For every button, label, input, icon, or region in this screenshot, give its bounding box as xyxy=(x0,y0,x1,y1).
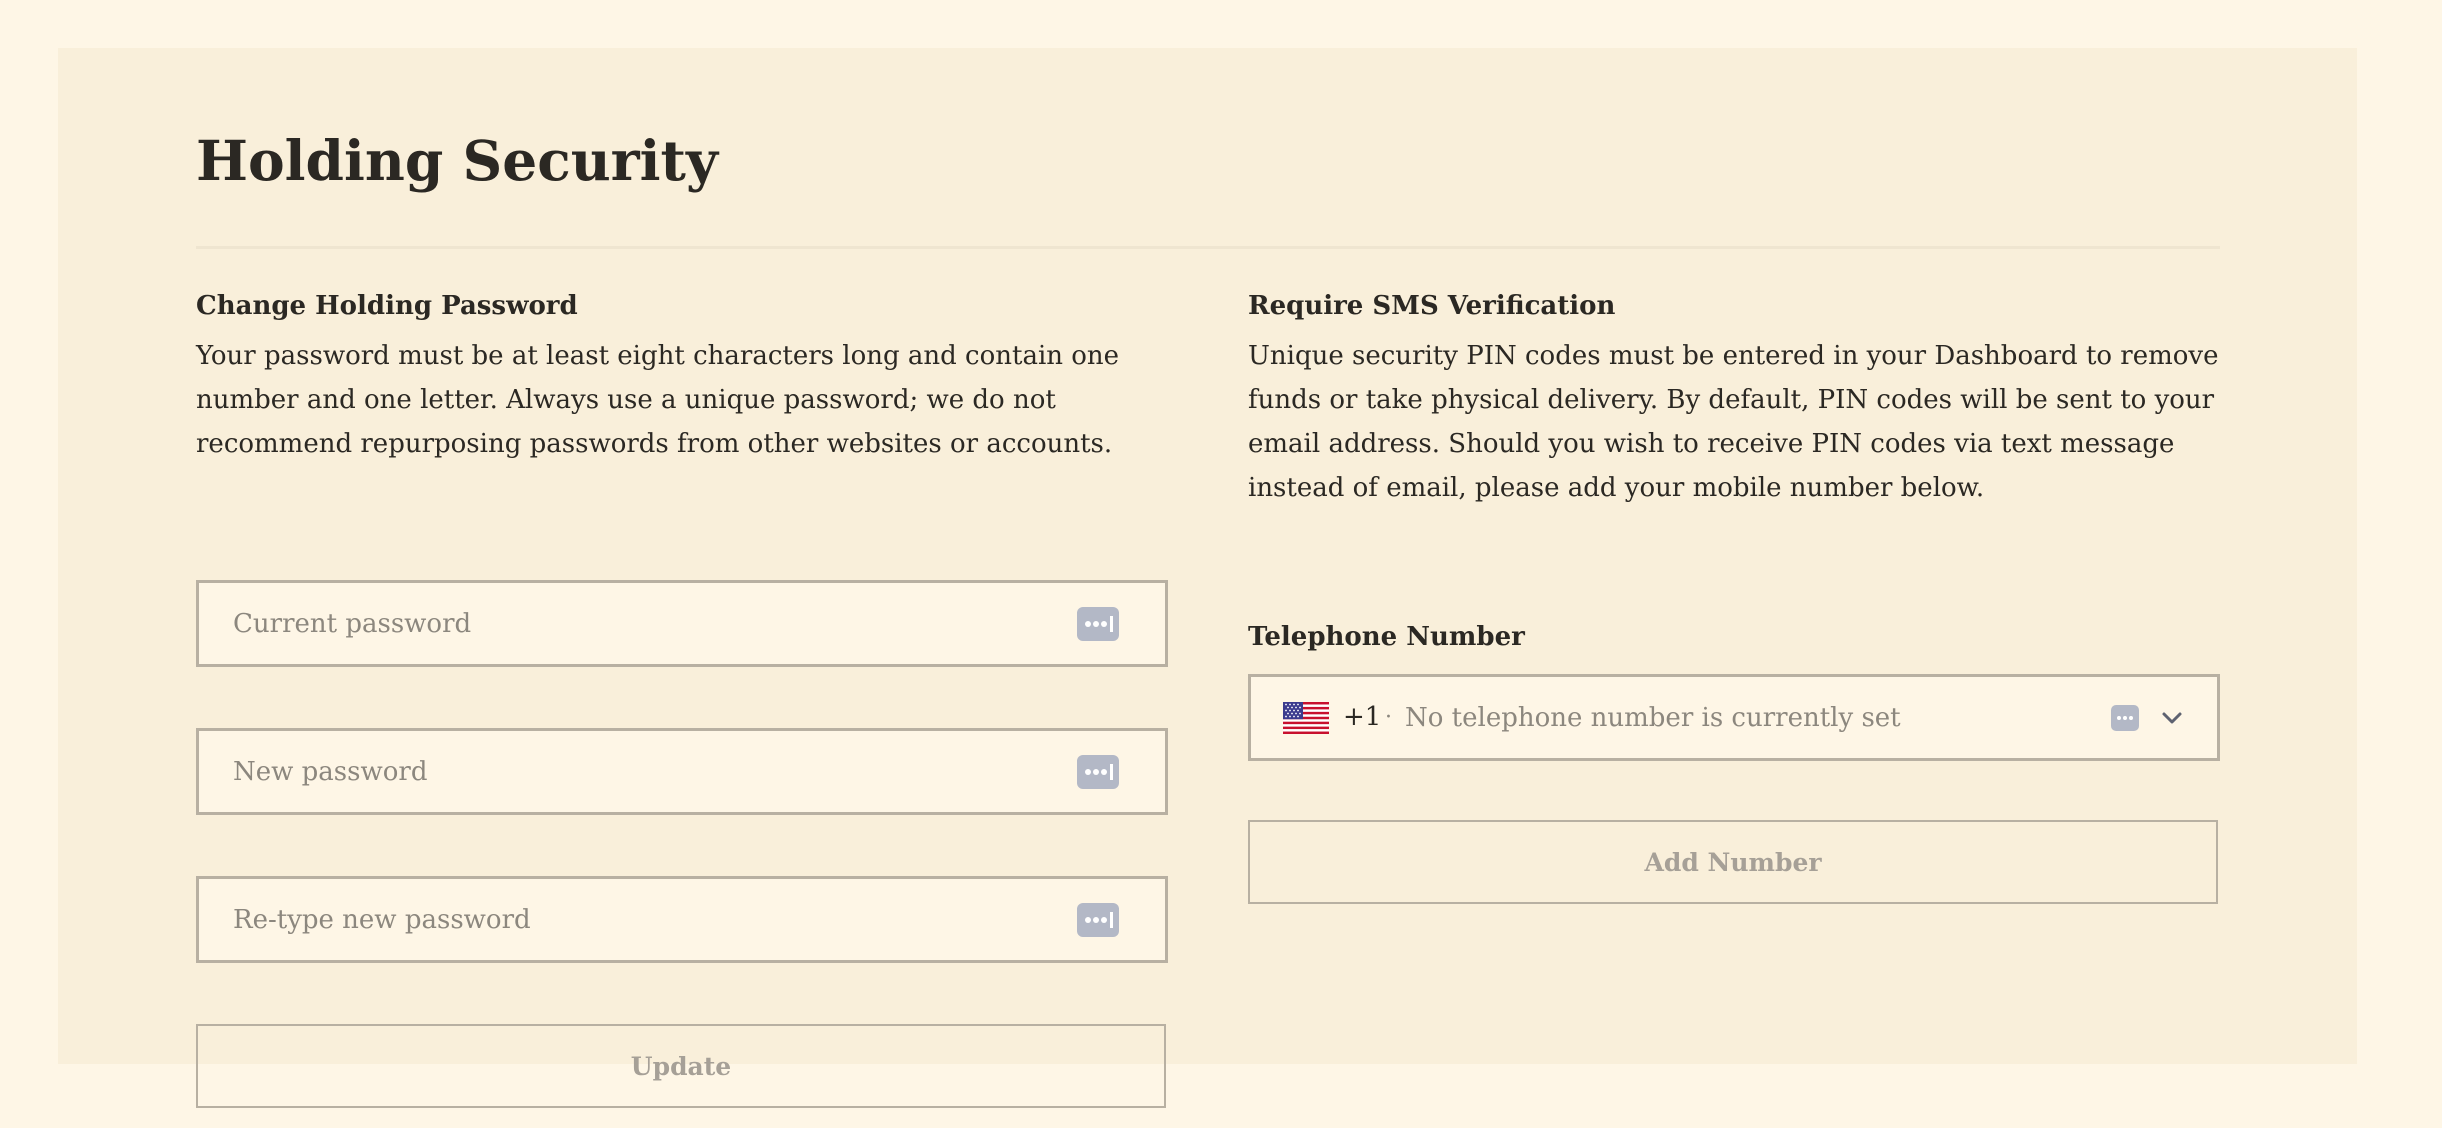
change-password-title: Change Holding Password xyxy=(196,291,578,321)
telephone-number-label: Telephone Number xyxy=(1248,622,1525,652)
retype-password-field xyxy=(196,876,1168,963)
password-manager-icon[interactable] xyxy=(1077,607,1119,641)
divider xyxy=(196,246,2220,249)
security-panel: Holding Security Change Holding Password… xyxy=(58,48,2357,1108)
new-password-field xyxy=(196,728,1168,815)
telephone-number-field: +1 · xyxy=(1248,674,2220,761)
password-manager-icon[interactable] xyxy=(1077,755,1119,789)
sms-verification-section: Require SMS Verification Unique security… xyxy=(1248,288,2220,904)
chevron-down-icon[interactable] xyxy=(2157,703,2187,733)
sms-verification-description: Unique security PIN codes must be entere… xyxy=(1248,341,2219,504)
us-flag-icon[interactable] xyxy=(1283,702,1329,734)
password-manager-icon[interactable] xyxy=(1077,903,1119,937)
add-number-button[interactable]: Add Number xyxy=(1248,820,2218,904)
telephone-input[interactable] xyxy=(1405,677,2065,758)
dial-separator: · xyxy=(1385,705,1392,730)
sms-verification-title: Require SMS Verification xyxy=(1248,291,1616,321)
current-password-field xyxy=(196,580,1168,667)
dial-code: +1 xyxy=(1343,702,1382,732)
change-password-section: Change Holding Password Your password mu… xyxy=(196,288,1168,1108)
update-button[interactable]: Update xyxy=(196,1024,1166,1108)
retype-password-input[interactable] xyxy=(233,879,1073,960)
password-manager-icon[interactable] xyxy=(2111,705,2139,731)
current-password-input[interactable] xyxy=(233,583,1073,664)
change-password-description: Your password must be at least eight cha… xyxy=(196,341,1120,460)
new-password-input[interactable] xyxy=(233,731,1073,812)
page-title: Holding Security xyxy=(196,128,718,193)
